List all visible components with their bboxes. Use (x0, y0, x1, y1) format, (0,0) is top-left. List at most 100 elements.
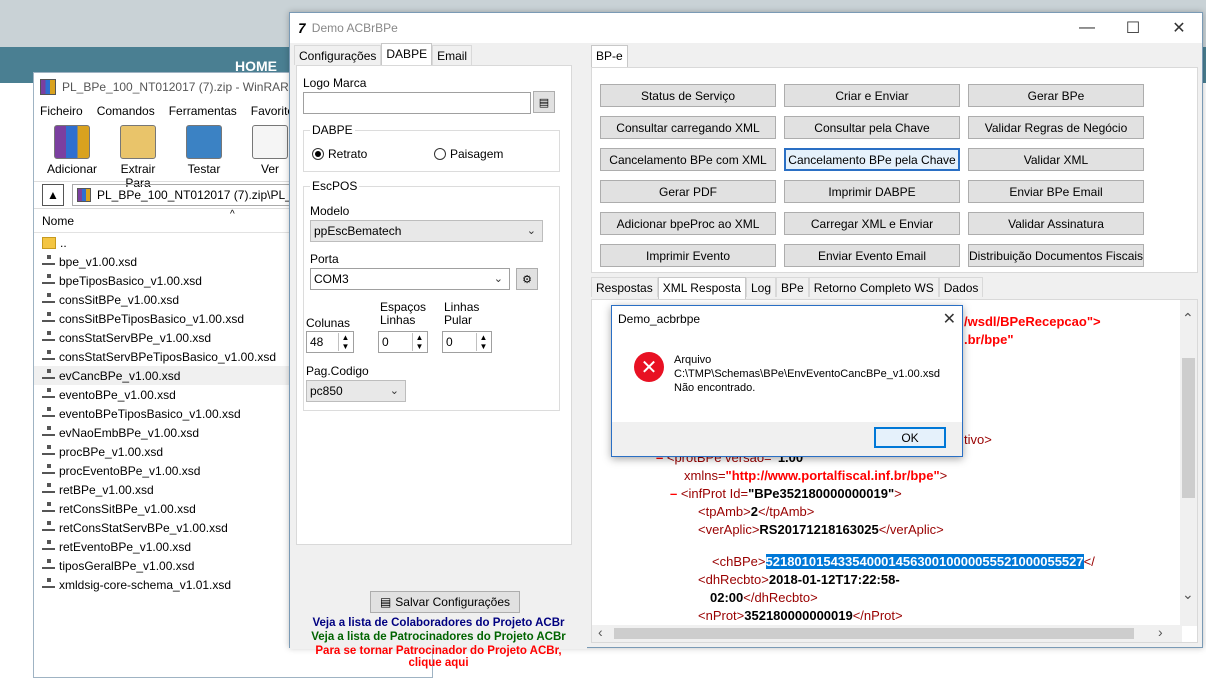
file-name: eventoBPe_v1.00.xsd (59, 387, 176, 402)
logo-marca-label: Logo Marca (303, 76, 367, 90)
bpe-action-button[interactable]: Enviar BPe Email (968, 180, 1144, 203)
bpe-action-button[interactable]: Validar Regras de Negócio (968, 116, 1144, 139)
tab-respostas[interactable]: Respostas (591, 277, 658, 297)
xsd-file-icon (42, 464, 55, 477)
bpe-action-button[interactable]: Cancelamento BPe pela Chave (784, 148, 960, 171)
browse-logo-button[interactable]: ▤ (533, 91, 555, 113)
xsd-file-icon (42, 369, 55, 382)
menu-favoritos[interactable]: Favorito (251, 104, 294, 118)
xsd-file-icon (42, 312, 55, 325)
scroll-down-icon[interactable]: ⌄ (1182, 586, 1194, 603)
bpe-action-button[interactable]: Carregar XML e Enviar (784, 212, 960, 235)
promo-clique-aqui-link[interactable]: clique aqui (290, 657, 587, 669)
file-name: xmldsig-core-schema_v1.01.xsd (59, 577, 232, 592)
horizontal-scrollbar[interactable]: ‹ › (592, 624, 1182, 642)
minimize-button[interactable]: — (1064, 13, 1110, 43)
escpos-group-title: EscPOS (310, 179, 360, 193)
tab-bpe[interactable]: BP-e (591, 45, 628, 67)
horizontal-scroll-thumb[interactable] (614, 628, 1134, 639)
xsd-file-icon (42, 483, 55, 496)
spin-arrows-icon[interactable]: ▲ ▼ (412, 333, 426, 351)
error-icon: ✕ (634, 352, 664, 382)
xml-line-tpamb: <tpAmb>2</tpAmb> (698, 504, 814, 519)
dabpe-group: DABPE Retrato Paisagem (303, 123, 560, 172)
tab-retorno-completo-ws[interactable]: Retorno Completo WS (808, 277, 939, 297)
tab-email[interactable]: Email (432, 45, 473, 65)
dialog-close-button[interactable]: ✕ (943, 309, 956, 329)
xml-tag: </nProt> (852, 608, 903, 623)
spin-arrows-icon[interactable]: ▲ ▼ (476, 333, 490, 351)
bpe-action-button[interactable]: Validar XML (968, 148, 1144, 171)
promo-tornar-patrocinador-link[interactable]: Para se tornar Patrocinador do Projeto A… (290, 645, 587, 657)
chevron-down-icon: ⌄ (389, 385, 399, 397)
close-button[interactable]: ✕ (1156, 13, 1202, 43)
tab-xml-resposta[interactable]: XML Resposta (657, 277, 746, 299)
salvar-configuracoes-button[interactable]: ▤ Salvar Configurações (370, 591, 520, 613)
linhas-pular-spinner[interactable]: 0 ▲ ▼ (442, 331, 492, 353)
radio-paisagem-label: Paisagem (450, 147, 504, 161)
menu-ferramentas[interactable]: Ferramentas (169, 104, 237, 118)
menu-comandos[interactable]: Comandos (97, 104, 155, 118)
close-icon: ✕ (1172, 20, 1186, 37)
tab-log[interactable]: Log (745, 277, 776, 297)
collapse-toggle[interactable]: – (670, 486, 677, 501)
bpe-action-button[interactable]: Imprimir DABPE (784, 180, 960, 203)
extrair-para-button[interactable]: Extrair Para (110, 125, 166, 190)
espacos-linhas-spinner[interactable]: 0 ▲ ▼ (378, 331, 428, 353)
bpe-action-button[interactable]: Enviar Evento Email (784, 244, 960, 267)
vertical-scrollbar[interactable]: ⌃ ⌄ (1180, 300, 1197, 626)
winrar-title: PL_BPe_100_NT012017 (7).zip - WinRAR (có (62, 80, 309, 94)
colunas-value: 48 (310, 335, 324, 349)
pagcodigo-select[interactable]: pc850 ⌄ (306, 380, 406, 402)
testar-button[interactable]: Testar (176, 125, 232, 176)
colunas-spinner[interactable]: 48 ▲ ▼ (306, 331, 354, 353)
file-name: consSitBPe_v1.00.xsd (59, 292, 180, 307)
vertical-scroll-thumb[interactable] (1182, 358, 1195, 498)
linhas-label-pular: Pular (444, 313, 473, 327)
radio-retrato-dot (312, 148, 324, 160)
xml-tag: </verAplic> (878, 522, 944, 537)
file-name: consStatServBPe_v1.00.xsd (59, 330, 212, 345)
modelo-select[interactable]: ppEscBematech ⌄ (310, 220, 543, 242)
pagcodigo-value: pc850 (310, 384, 343, 398)
xsd-file-icon (42, 350, 55, 363)
tab-bpe-resp[interactable]: BPe (776, 277, 809, 297)
bpe-action-button[interactable]: Validar Assinatura (968, 212, 1144, 235)
xml-value-selected[interactable]: 5218010154335400014563001000005552100005… (765, 554, 1084, 569)
bpe-action-button[interactable]: Gerar BPe (968, 84, 1144, 107)
promo-patrocinadores-link[interactable]: Veja a lista de Patrocinadores do Projet… (290, 631, 587, 643)
tab-dabpe[interactable]: DABPE (381, 43, 433, 65)
scroll-up-icon[interactable]: ⌃ (1182, 310, 1194, 327)
bpe-action-button[interactable]: Consultar pela Chave (784, 116, 960, 139)
tab-dados[interactable]: Dados (938, 277, 984, 297)
bpe-action-button[interactable]: Criar e Enviar (784, 84, 960, 107)
bpe-action-button[interactable]: Distribuição Documentos Fiscais (968, 244, 1144, 267)
bpe-action-button[interactable]: Cancelamento BPe com XML (600, 148, 776, 171)
adicionar-button[interactable]: Adicionar (44, 125, 100, 176)
bpe-action-button[interactable]: Imprimir Evento (600, 244, 776, 267)
spin-arrows-icon[interactable]: ▲ ▼ (338, 333, 352, 351)
xml-line-xmlns: xmlns="http://www.portalfiscal.inf.br/bp… (684, 468, 947, 483)
logo-marca-input[interactable] (303, 92, 531, 114)
xml-line-chbpe: <chBPe>521801015433540001456300100000555… (712, 554, 1095, 569)
porta-select[interactable]: COM3 ⌄ (310, 268, 510, 290)
ok-button[interactable]: OK (874, 427, 946, 448)
bpe-action-button[interactable]: Gerar PDF (600, 180, 776, 203)
scroll-right-icon[interactable]: › (1158, 624, 1163, 640)
file-name: eventoBPeTiposBasico_v1.00.xsd (59, 406, 241, 421)
porta-config-button[interactable]: ⚙ (516, 268, 538, 290)
bpe-action-button[interactable]: Adicionar bpeProc ao XML (600, 212, 776, 235)
bpe-action-button[interactable]: Consultar carregando XML (600, 116, 776, 139)
promo-colaboradores-link[interactable]: Veja a lista de Colaboradores do Projeto… (290, 617, 587, 629)
bpe-action-button[interactable]: Status de Serviço (600, 84, 776, 107)
maximize-button[interactable]: ☐ (1110, 13, 1156, 43)
up-folder-button[interactable]: ▲ (42, 184, 64, 206)
error-dialog: Demo_acbrbpe ✕ ✕ Arquivo C:\TMP\Schemas\… (611, 305, 963, 457)
scroll-left-icon[interactable]: ‹ (598, 624, 603, 640)
tab-configuracoes[interactable]: Configurações (294, 45, 382, 65)
radio-paisagem[interactable]: Paisagem (434, 147, 503, 161)
file-name: consStatServBPeTiposBasico_v1.00.xsd (59, 349, 277, 364)
porta-label: Porta (310, 252, 339, 266)
menu-ficheiro[interactable]: Ficheiro (40, 104, 83, 118)
radio-retrato[interactable]: Retrato (312, 147, 367, 161)
